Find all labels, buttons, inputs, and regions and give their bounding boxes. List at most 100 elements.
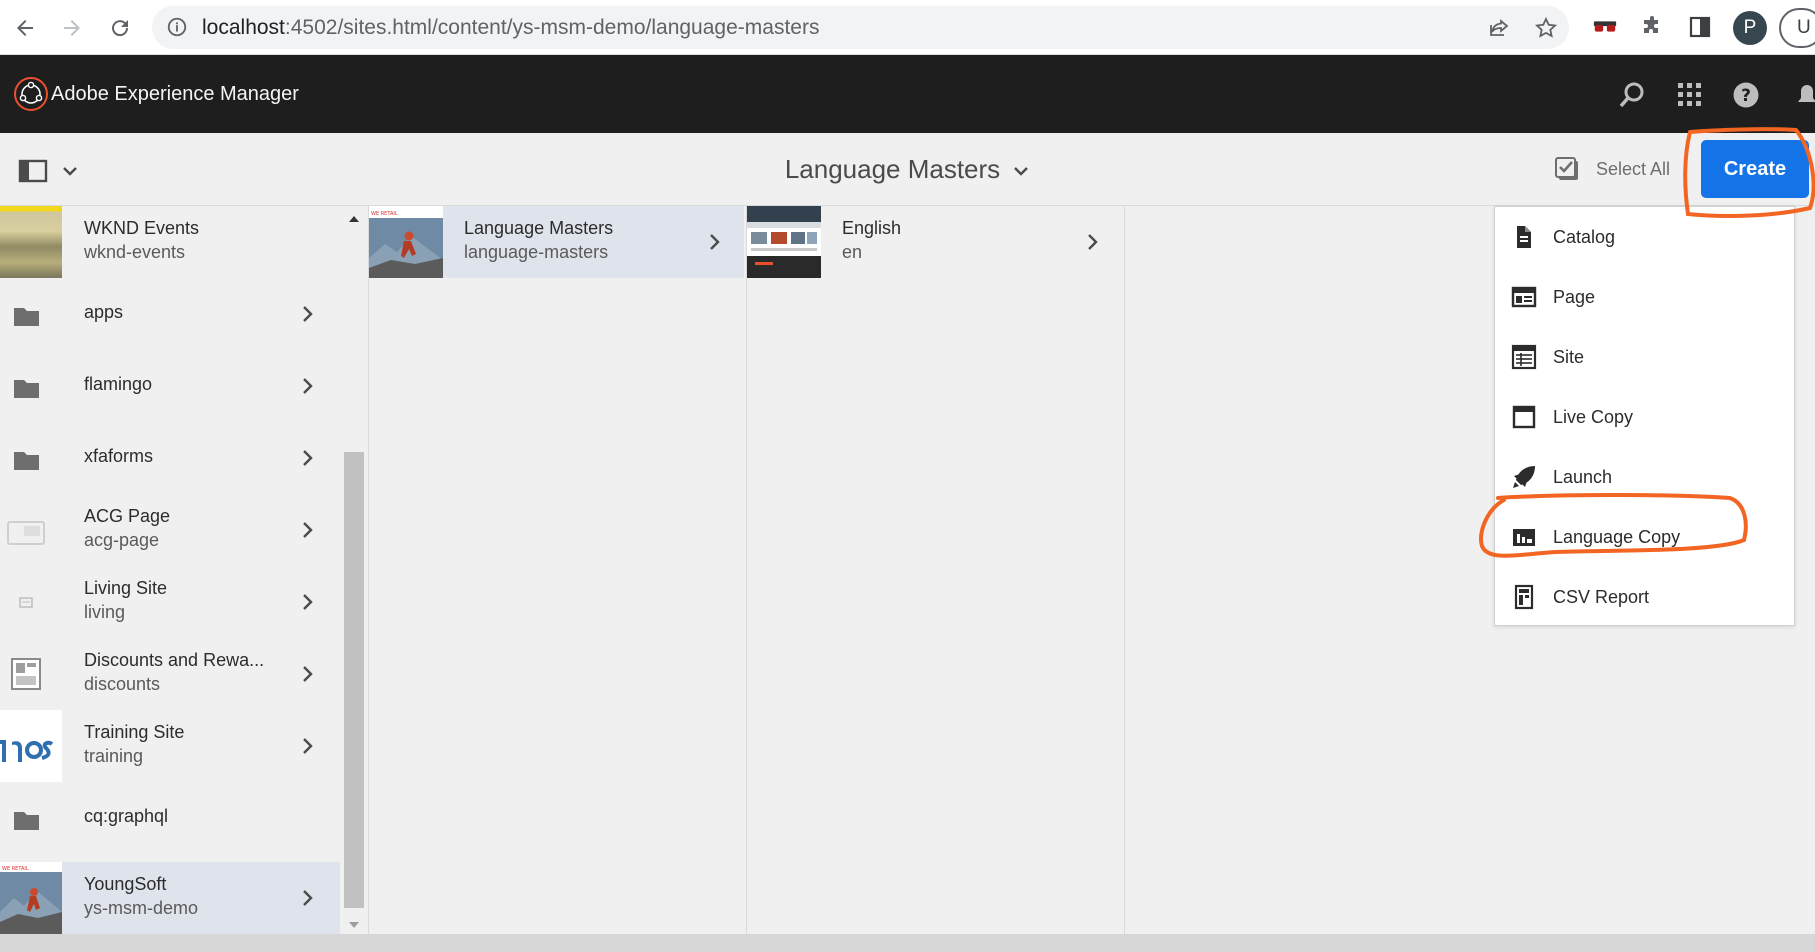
chevron-right-icon[interactable]: [301, 736, 315, 756]
list-item[interactable]: ACG Page acg-page: [0, 494, 340, 566]
menu-item-page[interactable]: Page: [1495, 267, 1794, 327]
chevron-right-icon[interactable]: [708, 232, 722, 252]
training-logo-thumbnail: [0, 710, 62, 782]
item-title: apps: [84, 302, 124, 322]
side-panel-icon[interactable]: [1686, 13, 1714, 41]
site-screenshot-thumbnail: [747, 206, 821, 278]
chevron-right-icon[interactable]: [301, 520, 315, 540]
menu-item-label: Live Copy: [1553, 407, 1634, 427]
item-title: English: [842, 218, 902, 238]
reload-icon[interactable]: [103, 11, 137, 45]
menu-item-csv-report[interactable]: CSV Report: [1495, 567, 1794, 627]
menu-item-launch[interactable]: Launch: [1495, 447, 1794, 507]
url-text[interactable]: localhost:4502/sites.html/content/ys-msm…: [202, 6, 819, 49]
menu-item-label: Site: [1553, 347, 1585, 367]
share-icon[interactable]: [1487, 16, 1511, 40]
select-all-button[interactable]: Select All: [1554, 153, 1670, 185]
list-item[interactable]: xfaforms: [0, 422, 340, 494]
column-view-root: WKND Events wknd-events apps flamingo xf…: [0, 206, 344, 934]
column-scrollbar-thumb[interactable]: [344, 452, 364, 908]
list-item-selected[interactable]: WE RETAIL Language Masters language-mast…: [369, 206, 744, 278]
chevron-right-icon[interactable]: [301, 448, 315, 468]
create-button[interactable]: Create: [1701, 140, 1809, 198]
item-title: Discounts and Rewa...: [84, 650, 265, 670]
rail-toggle-icon[interactable]: [18, 159, 84, 183]
browser-toolbar: localhost:4502/sites.html/content/ys-msm…: [0, 0, 1815, 55]
menu-item-site[interactable]: Site: [1495, 327, 1794, 387]
item-title: WKND Events: [84, 218, 200, 238]
bookmark-star-icon[interactable]: [1534, 16, 1558, 40]
svg-text:WE RETAIL: WE RETAIL: [371, 211, 398, 217]
small-page-icon: [19, 597, 33, 608]
create-menu: Catalog Page Site Live Copy Launch Langu…: [1494, 206, 1795, 626]
column-language-masters: WE RETAIL Language Masters language-mast…: [368, 206, 744, 934]
folder-icon: [14, 380, 39, 398]
svg-text:WE RETAIL: WE RETAIL: [2, 866, 29, 872]
item-title: Training Site: [84, 722, 185, 742]
list-item[interactable]: apps: [0, 278, 340, 350]
item-subtitle: living: [84, 602, 126, 622]
forward-arrow-icon[interactable]: [55, 11, 89, 45]
menu-item-label: Page: [1553, 287, 1596, 307]
chevron-right-icon[interactable]: [301, 376, 315, 396]
address-bar[interactable]: localhost:4502/sites.html/content/ys-msm…: [152, 6, 1569, 49]
search-icon[interactable]: [1617, 80, 1647, 110]
app-title[interactable]: Adobe Experience Manager: [51, 55, 299, 133]
list-item[interactable]: English en: [747, 206, 1122, 278]
chevron-right-icon[interactable]: [301, 592, 315, 612]
climber-photo-thumbnail: WE RETAIL: [369, 206, 443, 278]
chevron-down-icon[interactable]: [1012, 164, 1030, 178]
item-title: xfaforms: [84, 446, 154, 466]
list-item[interactable]: flamingo: [0, 350, 340, 422]
template-icon: [11, 658, 41, 690]
solutions-grid-icon[interactable]: [1675, 80, 1705, 110]
page-icon: [1511, 286, 1537, 308]
chevron-right-icon[interactable]: [301, 664, 315, 684]
item-title: YoungSoft: [84, 874, 167, 894]
view-title[interactable]: Language Masters: [785, 154, 1030, 184]
chevron-right-icon[interactable]: [301, 888, 315, 908]
help-icon[interactable]: ?: [1731, 80, 1761, 110]
profile-menu-button[interactable]: U: [1779, 8, 1815, 48]
profile-avatar[interactable]: P: [1733, 11, 1767, 45]
scroll-up-arrow-icon[interactable]: [344, 212, 364, 226]
page-icon: [7, 521, 45, 545]
notifications-bell-icon[interactable]: [1792, 80, 1815, 110]
menu-item-live-copy[interactable]: Live Copy: [1495, 387, 1794, 447]
menu-item-language-copy[interactable]: Language Copy: [1495, 507, 1794, 567]
thumbnail-field-photo: [0, 206, 62, 278]
select-all-checkbox-icon: [1555, 157, 1578, 180]
chevron-right-icon[interactable]: [301, 304, 315, 324]
item-subtitle: wknd-events: [84, 242, 186, 262]
list-item[interactable]: Training Site training: [0, 710, 340, 782]
folder-icon: [14, 452, 39, 470]
list-item[interactable]: cq:graphql: [0, 782, 340, 854]
list-item[interactable]: Living Site living: [0, 566, 340, 638]
menu-item-label: Language Copy: [1553, 527, 1681, 547]
list-item[interactable]: WKND Events wknd-events: [0, 206, 340, 278]
menu-item-catalog[interactable]: Catalog: [1495, 207, 1794, 267]
folder-icon: [14, 812, 39, 830]
list-item[interactable]: Discounts and Rewa... discounts: [0, 638, 340, 710]
item-title: Language Masters: [464, 218, 614, 238]
item-subtitle: ys-msm-demo: [84, 898, 199, 918]
item-title: ACG Page: [84, 506, 171, 526]
select-all-label: Select All: [1596, 158, 1671, 179]
extension-glasses-icon[interactable]: [1591, 13, 1619, 41]
back-arrow-icon[interactable]: [8, 11, 42, 45]
list-item-selected[interactable]: WE RETAIL YoungSoft ys-msm-demo: [0, 862, 340, 934]
aem-logo-icon[interactable]: [13, 76, 49, 112]
live-copy-icon: [1512, 405, 1536, 429]
language-copy-icon: [1513, 529, 1535, 546]
extensions-puzzle-icon[interactable]: [1638, 13, 1666, 41]
menu-item-label: Catalog: [1553, 227, 1616, 247]
site-info-icon[interactable]: [166, 16, 188, 38]
horizontal-scrollbar[interactable]: [0, 934, 1815, 952]
scroll-down-arrow-icon[interactable]: [344, 918, 364, 932]
climber-photo-thumbnail: WE RETAIL: [0, 862, 62, 934]
site-icon: [1511, 344, 1537, 370]
menu-item-label: CSV Report: [1553, 587, 1650, 607]
item-title: Living Site: [84, 578, 168, 598]
chevron-right-icon[interactable]: [1086, 232, 1100, 252]
menu-item-label: Launch: [1553, 467, 1613, 487]
